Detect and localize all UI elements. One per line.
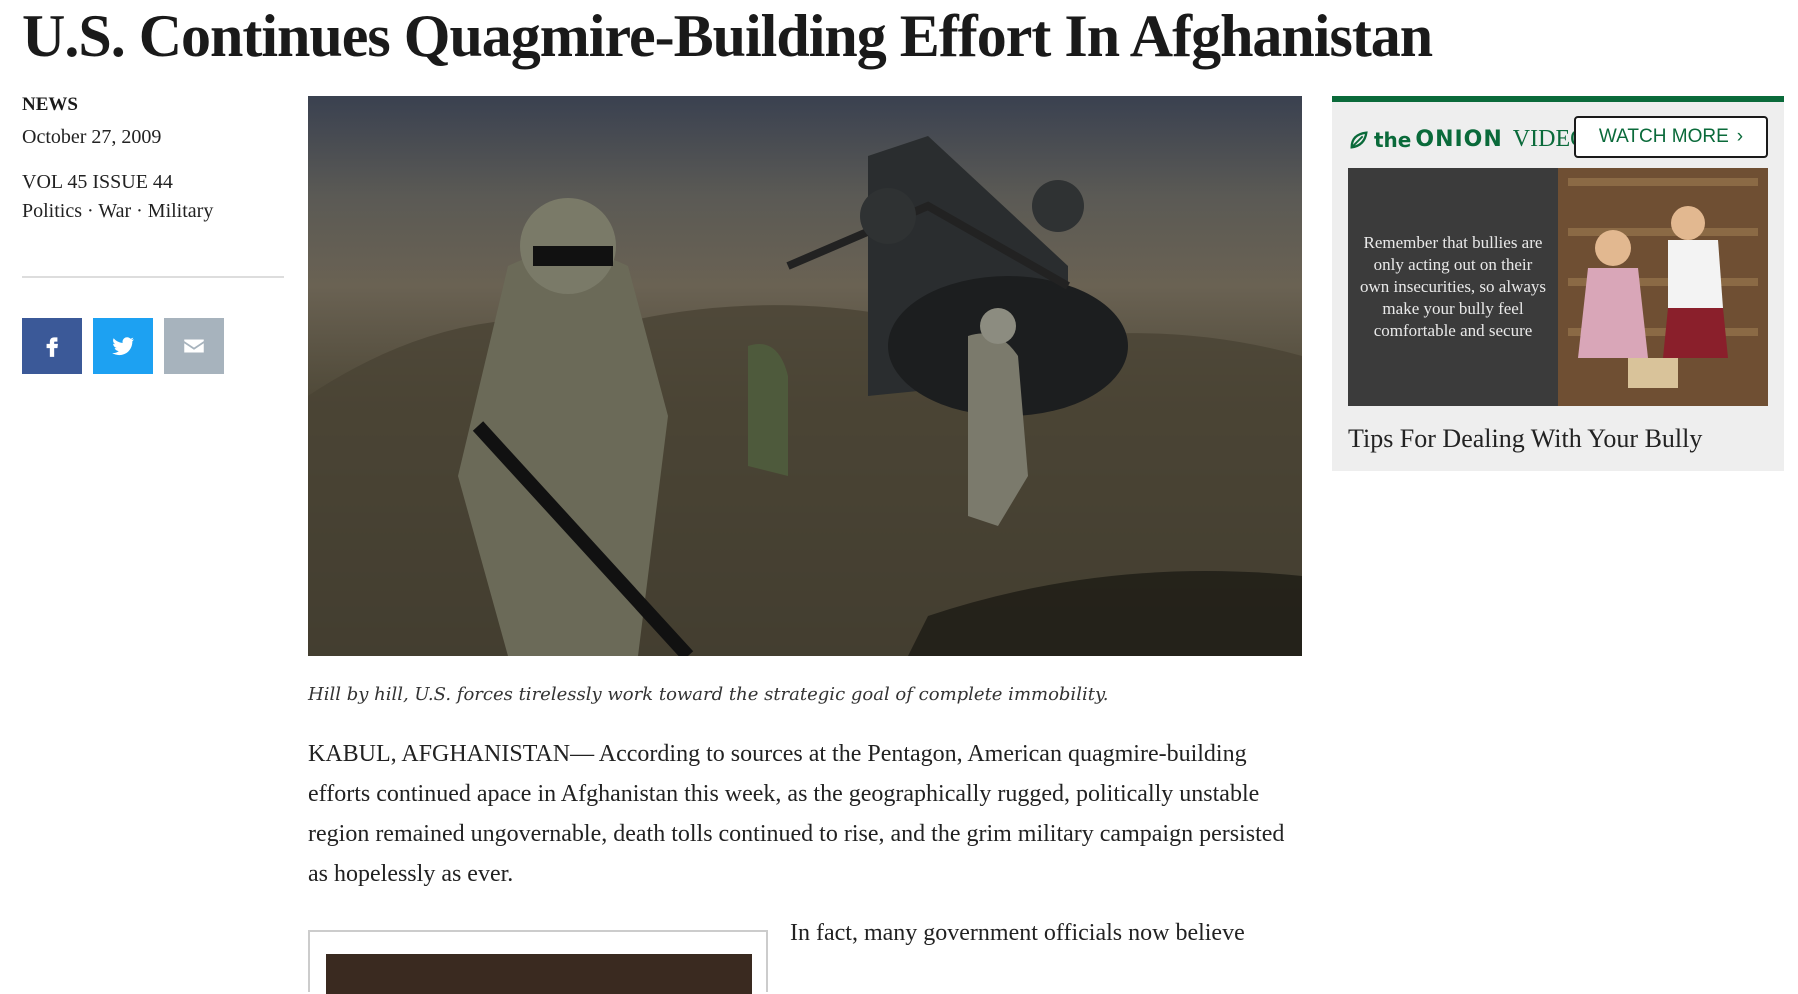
photo-caption: Hill by hill, U.S. forces tirelessly wor… [308, 684, 1109, 705]
video-thumbnail[interactable]: Remember that bullies are only acting ou… [1348, 168, 1768, 406]
chevron-right-icon: › [1736, 126, 1744, 147]
children-library-photo [1558, 168, 1768, 406]
inline-photo [326, 954, 752, 994]
brand-the: the [1374, 127, 1412, 152]
soldiers-helicopter-photo [308, 136, 1302, 656]
facebook-share-button[interactable] [22, 318, 82, 374]
brand-onion: ONION [1415, 127, 1503, 152]
watch-more-label: WATCH MORE [1598, 126, 1729, 147]
article-tags[interactable]: Politics · War · Military [22, 200, 284, 223]
onion-leaf-icon [1350, 130, 1368, 149]
thumbnail-photo [1558, 168, 1768, 406]
watch-more-button[interactable]: WATCH MORE › [1574, 116, 1768, 158]
issue-number: VOL 45 ISSUE 44 [22, 171, 173, 193]
article-paragraph-1: KABUL, AFGHANISTAN— According to sources… [308, 741, 1285, 887]
article-headline: U.S. Continues Quagmire-Building Effort … [22, 3, 1433, 69]
article-meta: NEWS October 27, 2009 VOL 45 ISSUE 44 Po… [22, 94, 284, 229]
inline-photo-frame [308, 930, 768, 994]
meta-divider [22, 276, 284, 278]
email-share-button[interactable] [164, 318, 224, 374]
thumbnail-text-panel: Remember that bullies are only acting ou… [1348, 168, 1558, 406]
onion-video-logo[interactable]: the ONION VIDEO [1348, 126, 1587, 153]
twitter-share-button[interactable] [93, 318, 153, 374]
facebook-icon [46, 337, 58, 357]
article-paragraph-2: In fact, many government officials now b… [790, 920, 1245, 946]
hero-photo [308, 96, 1302, 656]
twitter-icon [112, 337, 134, 356]
onion-video-widget: the ONION VIDEO WATCH MORE › Remember th… [1332, 96, 1784, 471]
publish-date: October 27, 2009 [22, 126, 162, 148]
video-title[interactable]: Tips For Dealing With Your Bully [1348, 424, 1702, 454]
email-icon [184, 339, 204, 353]
section-label[interactable]: NEWS [22, 94, 284, 116]
thumbnail-text: Remember that bullies are only acting ou… [1359, 233, 1547, 340]
